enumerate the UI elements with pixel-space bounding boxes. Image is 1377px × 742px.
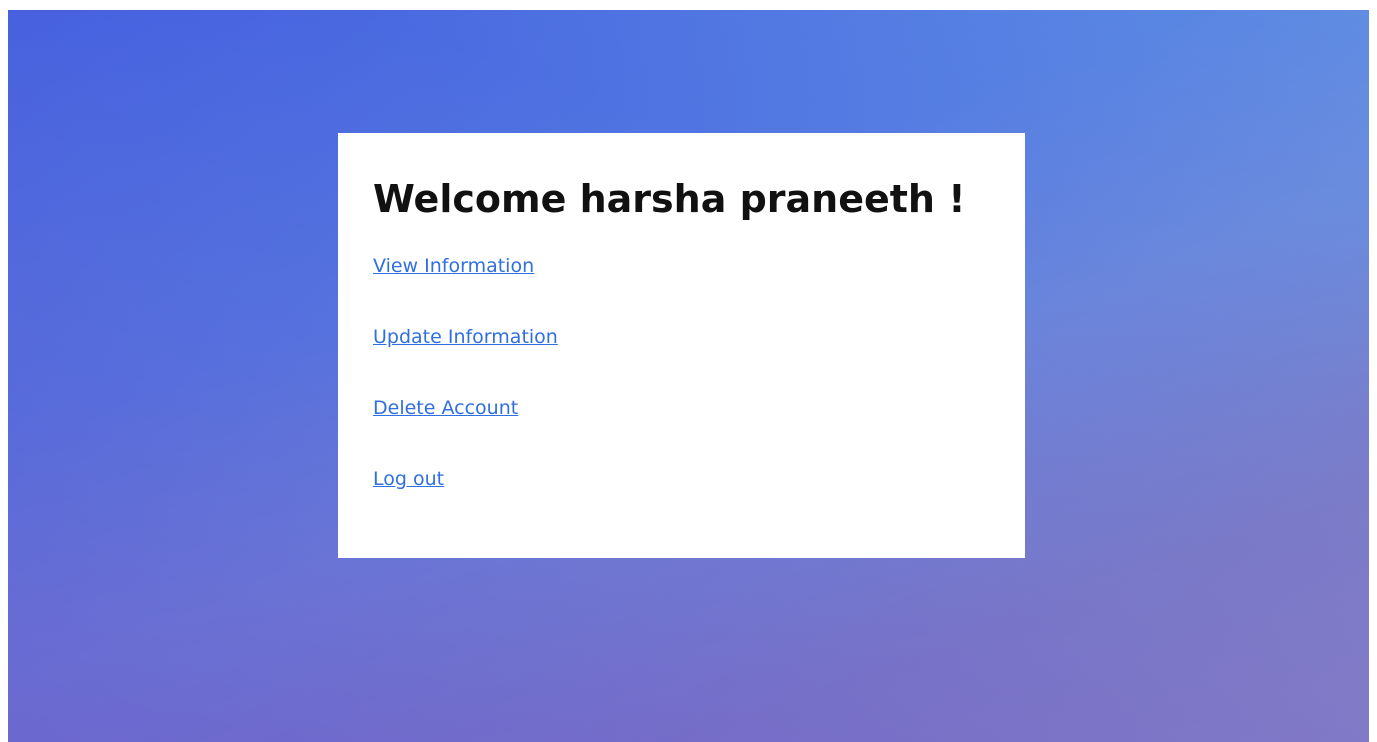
welcome-heading: Welcome harsha praneeth !: [373, 177, 966, 221]
log-out-link[interactable]: Log out: [373, 466, 444, 492]
account-links: View Information Update Information Dele…: [373, 253, 990, 492]
view-information-link[interactable]: View Information: [373, 253, 534, 279]
welcome-card: Welcome harsha praneeth ! View Informati…: [338, 133, 1025, 558]
delete-account-link[interactable]: Delete Account: [373, 395, 518, 421]
page-background: Welcome harsha praneeth ! View Informati…: [8, 10, 1369, 742]
update-information-link[interactable]: Update Information: [373, 324, 558, 350]
